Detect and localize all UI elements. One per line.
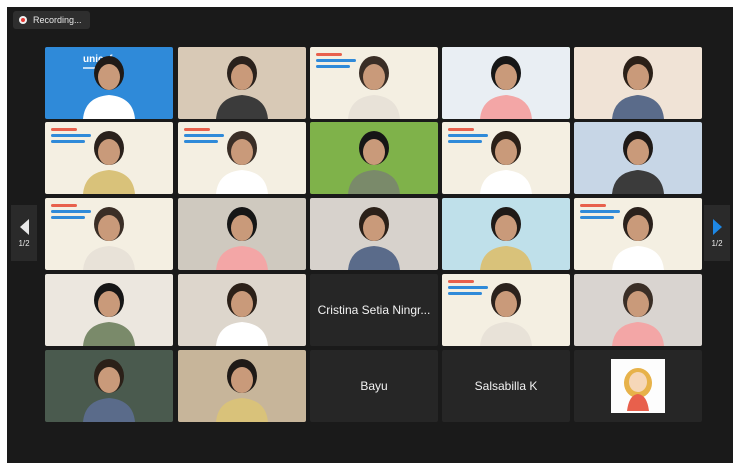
active-speaker-tile[interactable] [442, 47, 570, 119]
participant-video-tile[interactable]: unicef [45, 47, 173, 119]
chevron-left-icon [19, 218, 29, 235]
participant-figure [480, 56, 532, 119]
participant-figure [83, 359, 135, 422]
participant-video-tile[interactable] [442, 274, 570, 346]
participant-video-tile[interactable] [574, 198, 702, 270]
participant-video-tile[interactable] [178, 122, 306, 194]
participant-figure [83, 283, 135, 346]
participant-video-tile[interactable] [442, 198, 570, 270]
participant-video-tile[interactable] [310, 198, 438, 270]
participant-video-tile[interactable] [45, 198, 173, 270]
participant-figure [612, 131, 664, 194]
participant-figure [612, 56, 664, 119]
participant-name: Cristina Setia Ningr... [317, 303, 431, 317]
participant-figure [216, 207, 268, 270]
participant-video-tile[interactable] [574, 47, 702, 119]
recording-indicator[interactable]: Recording... [13, 11, 90, 29]
participant-figure [348, 207, 400, 270]
participant-figure [216, 359, 268, 422]
previous-page-button[interactable]: 1/2 [11, 205, 37, 261]
participant-video-tile[interactable] [178, 274, 306, 346]
participant-figure [612, 207, 664, 270]
participant-video-tile[interactable] [574, 122, 702, 194]
participant-tile[interactable]: Salsabilla K [442, 350, 570, 422]
participant-figure [216, 56, 268, 119]
participant-figure [480, 283, 532, 346]
participant-figure [216, 131, 268, 194]
participant-tile[interactable] [574, 350, 702, 422]
participant-figure [83, 131, 135, 194]
meeting-window: Recording... 1/2 1/2 unicef Cristina Seti… [7, 7, 733, 463]
participant-video-tile[interactable] [45, 350, 173, 422]
participant-video-tile[interactable] [45, 274, 173, 346]
participant-name: Bayu [360, 379, 388, 393]
participant-figure [480, 207, 532, 270]
participant-video-tile[interactable] [310, 47, 438, 119]
illustrated-avatar-icon [624, 368, 652, 411]
participant-video-tile[interactable] [310, 122, 438, 194]
participant-figure [612, 283, 664, 346]
participant-tile[interactable]: Cristina Setia Ningr... [310, 274, 438, 346]
participant-tile[interactable]: Bayu [310, 350, 438, 422]
recording-label: Recording... [33, 15, 82, 25]
participant-figure [83, 56, 135, 119]
chevron-right-icon [712, 218, 722, 235]
next-page-button[interactable]: 1/2 [704, 205, 730, 261]
previous-page-label: 1/2 [18, 238, 30, 248]
next-page-label: 1/2 [711, 238, 723, 248]
profile-picture [611, 359, 665, 413]
participant-video-tile[interactable] [442, 122, 570, 194]
participant-video-tile[interactable] [574, 274, 702, 346]
participant-video-tile[interactable] [178, 350, 306, 422]
participant-video-tile[interactable] [178, 198, 306, 270]
participant-figure [480, 131, 532, 194]
participant-figure [348, 131, 400, 194]
participant-name: Salsabilla K [474, 379, 538, 393]
participant-figure [83, 207, 135, 270]
participant-figure [348, 56, 400, 119]
participant-video-tile[interactable] [45, 122, 173, 194]
recording-icon [19, 16, 27, 24]
participant-figure [216, 283, 268, 346]
participant-video-tile[interactable] [178, 47, 306, 119]
